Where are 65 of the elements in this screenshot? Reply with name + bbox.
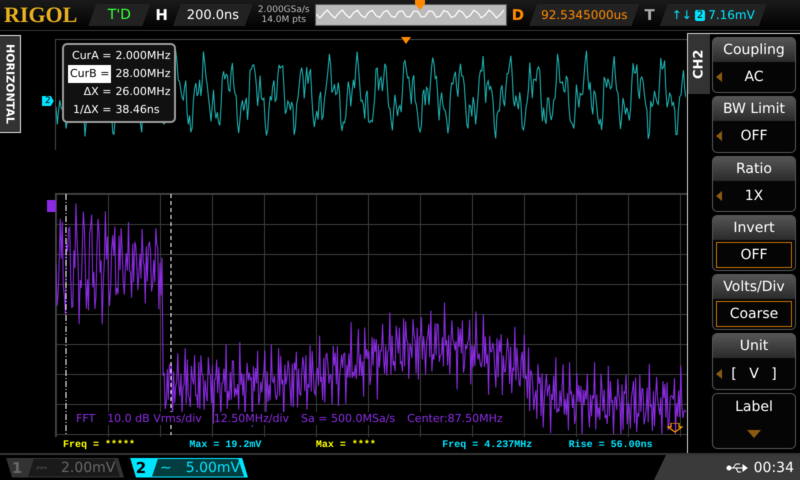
cursor-value: 26.00MHz: [115, 84, 170, 100]
trigger-marker-icon: [401, 37, 411, 44]
menu-value: Coarse: [716, 301, 792, 328]
channel-marker: 2: [42, 96, 54, 106]
cursor-value: 38.46ns: [115, 102, 161, 118]
channel-number: 2: [134, 458, 148, 476]
menu-value: OFF: [740, 128, 768, 144]
measurement-readout: Freq = 4.237MHz: [441, 440, 534, 450]
trigger-position-icon: [414, 0, 425, 10]
trigger-status: T'D: [88, 4, 150, 26]
fft-setting-text: 10.0 dB Vrms/div: [107, 412, 202, 425]
menu-label: Coupling: [713, 38, 795, 62]
fft-setting-text: Sa = 500.0MSa/s: [301, 412, 396, 425]
math-marker-icon: [47, 200, 56, 212]
delay-readout[interactable]: 92.5345000us: [529, 4, 640, 26]
menu-label: Volts/Div: [713, 275, 795, 300]
trigger-level-readout[interactable]: ↑↓ 2 7.16mV: [660, 4, 767, 26]
left-arrow-icon: [716, 190, 722, 201]
left-arrow-icon: [716, 368, 722, 379]
delay-label: D: [512, 6, 524, 24]
menu-label: BW Limit: [713, 97, 795, 122]
left-arrow-icon: [716, 131, 722, 142]
menu-label: Unit: [713, 334, 795, 358]
fft-setting-text: FFT: [76, 412, 96, 425]
horizontal-tab[interactable]: HORIZONTAL: [0, 35, 21, 133]
menu-value: [ V ]: [731, 366, 777, 382]
measurement-readout: Max = ****: [314, 440, 377, 450]
horizontal-label: H: [155, 6, 168, 24]
menu-button[interactable]: Unit [ V ]: [712, 333, 796, 390]
cursor-value: 2.000MHz: [115, 48, 170, 64]
usb-icon: [726, 462, 748, 474]
cursor-value: 28.00MHz: [115, 66, 170, 82]
cursor-label: CurB =: [68, 65, 112, 83]
timebase-readout[interactable]: 200.0ns: [172, 4, 253, 26]
menu-label: Label: [735, 399, 773, 416]
menu-value: AC: [744, 69, 764, 86]
menu-button[interactable]: Volts/Div Coarse: [712, 274, 796, 330]
channel-tab[interactable]: 2 ~ 5.00mV: [130, 458, 248, 478]
cursor-label: CurA =: [71, 48, 112, 64]
menu-value: OFF: [716, 242, 792, 268]
measurement-readout: Max = 19.2mV: [188, 440, 262, 450]
menu-button[interactable]: Coupling AC: [712, 37, 796, 94]
down-arrow-icon: [747, 430, 761, 438]
menu-value: 1X: [744, 188, 764, 204]
memory-depth: 14.0M pts: [261, 15, 306, 25]
sample-rate: 2.000GSa/s: [258, 5, 310, 15]
menu-button[interactable]: Ratio 1X: [712, 156, 796, 212]
fft-setting-text: 12.50MHz/div: [214, 412, 290, 425]
menu-button[interactable]: BW Limit OFF: [712, 96, 796, 153]
trigger-label: T: [644, 6, 655, 24]
menu-button[interactable]: Invert OFF: [712, 214, 796, 272]
left-arrow-icon: [716, 72, 722, 82]
measurement-readout: Rise = 56.00ns: [568, 440, 654, 450]
menu-label: Ratio: [713, 156, 795, 181]
clock-time: 00:34: [754, 460, 794, 476]
menu-button[interactable]: Label: [712, 392, 796, 449]
offscreen-arrow-icon: [667, 423, 683, 433]
fft-setting-text: Center:87.50MHz: [407, 412, 503, 425]
measurement-readout: Freq = *****: [62, 440, 136, 450]
channel-scale: ~ 5.00mV: [152, 458, 244, 476]
channel-scale: ⎓ 2.00mV: [28, 458, 120, 476]
cursor-label: 1/ΔX =: [72, 102, 112, 118]
menu-label: Invert: [713, 216, 795, 240]
brand-logo: RIGOL: [4, 2, 78, 28]
cursor-label: ΔX =: [82, 84, 112, 100]
